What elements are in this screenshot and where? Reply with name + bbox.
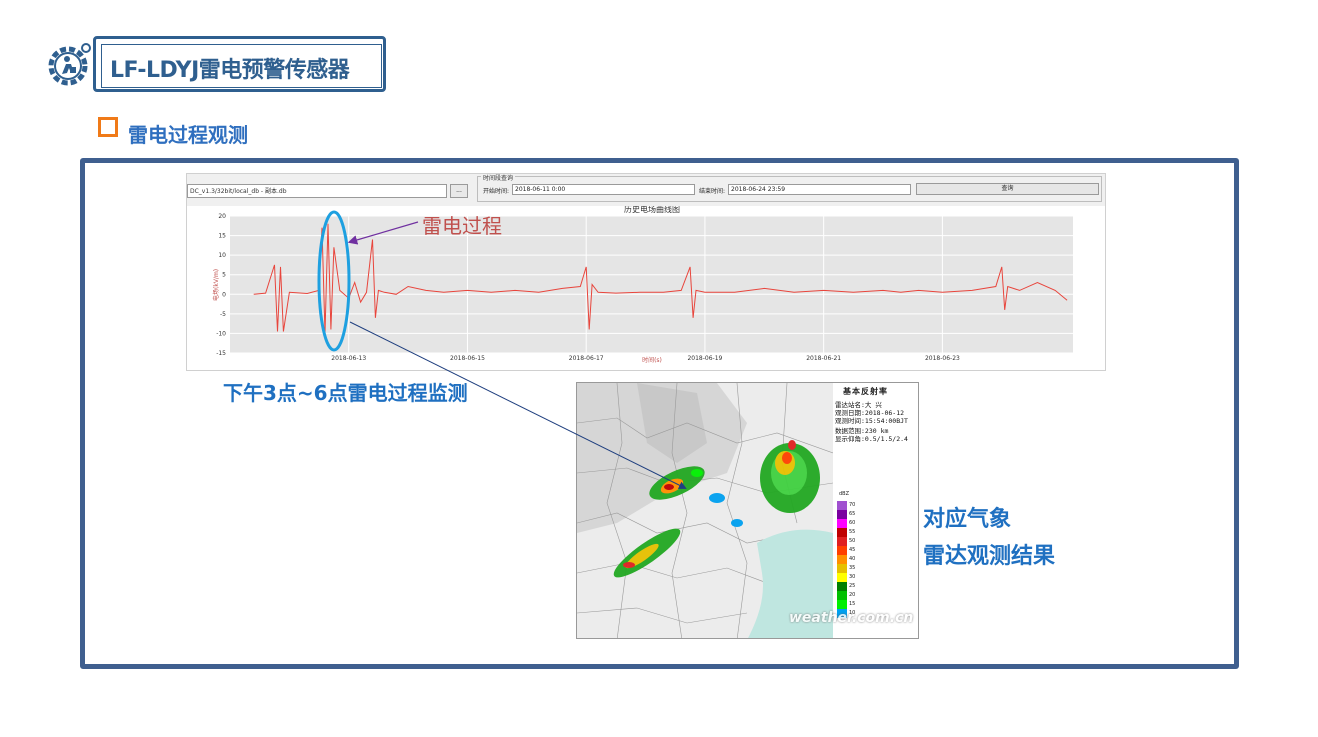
radar-legend-swatch — [837, 501, 847, 510]
start-time-input[interactable]: 2018-06-11 0:00 — [512, 184, 695, 195]
y-tick-label: 0 — [222, 291, 226, 298]
y-axis-label: 电场(kV/m) — [212, 269, 220, 301]
radar-legend-unit: dBZ — [839, 491, 850, 497]
x-tick-label: 2018-06-13 — [331, 355, 366, 362]
radar-legend-swatch — [837, 564, 847, 573]
field-chart-area: 历史电场曲线图 20 15 10 5 0 -5 -10 -15 2018-06-13 2018-… — [187, 204, 1105, 370]
radar-caption-line2: 雷达观测结果 — [923, 544, 1056, 569]
radar-legend-value: 70 — [849, 502, 856, 508]
end-time-label: 结束时间: — [699, 188, 726, 195]
radar-legend-value: 65 — [849, 511, 856, 517]
radar-caption-line1: 对应气象 — [923, 507, 1012, 532]
browse-button[interactable]: ... — [450, 184, 468, 198]
y-tick-label: -15 — [216, 350, 226, 357]
x-tick-label: 2018-06-23 — [925, 355, 960, 362]
query-button[interactable]: 查询 — [916, 183, 1099, 195]
time-query-group-label: 时间段查询 — [481, 174, 516, 182]
radar-legend-swatch — [837, 555, 847, 564]
radar-map-image — [577, 383, 834, 638]
radar-legend-swatch — [837, 546, 847, 555]
radar-legend-swatch — [837, 528, 847, 537]
radar-legend-swatch — [837, 573, 847, 582]
radar-legend-value: 35 — [849, 565, 856, 571]
radar-legend-swatch — [837, 600, 847, 609]
radar-elevation: 显示仰角:0.5/1.5/2.4 — [835, 435, 908, 443]
end-time-input[interactable]: 2018-06-24 23:59 — [728, 184, 911, 195]
radar-time: 观测时间:15:54:00BJT — [835, 417, 908, 425]
radar-legend-swatch — [837, 537, 847, 546]
radar-legend-value: 50 — [849, 538, 856, 544]
radar-title: 基本反射率 — [843, 387, 888, 396]
radar-legend-value: 20 — [849, 592, 856, 598]
software-window: DC_v1.3/32bit/local_db - 副本.db ... 时间段查询… — [186, 173, 1106, 371]
y-tick-label: 10 — [218, 252, 226, 259]
radar-map: 基本反射率 雷达站名:大 兴 观测日期:2018-06-12 观测时间:15:5… — [576, 382, 919, 639]
radar-watermark: weather.com.cn — [789, 610, 914, 626]
radar-legend-swatch — [837, 510, 847, 519]
x-tick-label: 2018-06-21 — [806, 355, 841, 362]
monitoring-caption: 下午3点~6点雷电过程监测 — [223, 381, 468, 405]
radar-legend-value: 60 — [849, 520, 856, 526]
radar-legend-swatch — [837, 582, 847, 591]
y-tick-label: 20 — [218, 213, 226, 220]
x-tick-label: 2018-06-17 — [569, 355, 604, 362]
page-title: LF-LDYJ雷电预警传感器 — [110, 58, 350, 83]
y-tick-label: -10 — [216, 330, 226, 337]
field-chart: 历史电场曲线图 20 15 10 5 0 -5 -10 -15 2018-06-13 2018-… — [212, 204, 1073, 364]
x-tick-label: 2018-06-19 — [687, 355, 722, 362]
section-marker-icon — [98, 117, 118, 137]
x-tick-label: 2018-06-15 — [450, 355, 485, 362]
radar-legend-value: 25 — [849, 583, 856, 589]
lightning-process-label: 雷电过程 — [422, 214, 502, 238]
chart-plot-background — [230, 216, 1073, 353]
radar-legend-value: 40 — [849, 556, 856, 562]
radar-legend-value: 30 — [849, 574, 856, 580]
y-tick-label: -5 — [220, 311, 226, 318]
radar-legend-value: 45 — [849, 547, 856, 553]
logo-gear-icon — [44, 42, 96, 94]
y-tick-label: 5 — [222, 272, 226, 279]
radar-legend-value: 55 — [849, 529, 856, 535]
radar-legend-swatch — [837, 519, 847, 528]
x-axis-label: 时间(s) — [642, 356, 662, 364]
chart-title: 历史电场曲线图 — [624, 206, 680, 214]
start-time-label: 开始时间: — [483, 188, 510, 195]
radar-legend-swatch — [837, 591, 847, 600]
file-path-field[interactable]: DC_v1.3/32bit/local_db - 副本.db — [187, 184, 447, 198]
radar-legend-value: 15 — [849, 601, 856, 607]
y-tick-label: 15 — [218, 233, 226, 240]
section-title: 雷电过程观测 — [128, 123, 248, 147]
